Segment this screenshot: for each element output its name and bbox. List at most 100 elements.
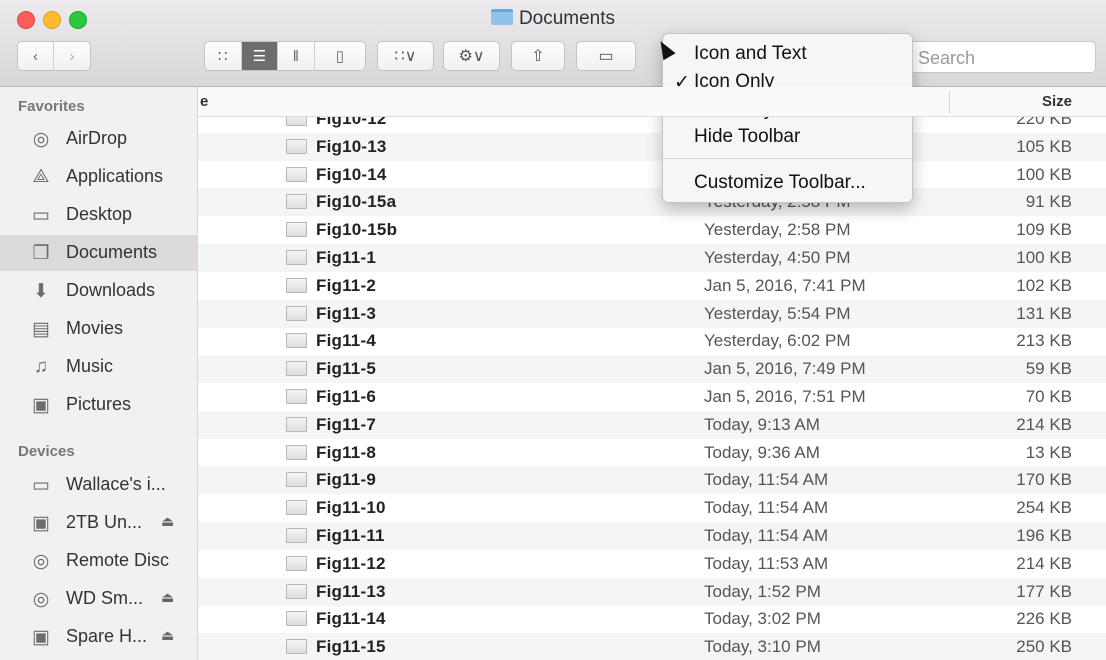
table-row[interactable]: Fig11-6 Jan 5, 2016, 7:51 PM 70 KB — [198, 383, 1106, 411]
table-row[interactable]: Fig11-5 Jan 5, 2016, 7:49 PM 59 KB — [198, 355, 1106, 384]
sidebar-item-pictures[interactable]: ▣ Pictures — [0, 387, 197, 423]
file-name: Fig11-13 — [316, 581, 386, 601]
sidebar-item-desktop[interactable]: ▭ Desktop — [0, 197, 197, 233]
column-header-size[interactable]: Size — [1042, 93, 1072, 110]
sidebar-item-label: 2TB Un... — [66, 512, 143, 532]
tag-icon: ▭ — [598, 48, 614, 65]
eject-icon[interactable]: ⏏ — [161, 627, 174, 644]
table-row[interactable]: Fig10-15b Yesterday, 2:58 PM 109 KB — [198, 216, 1106, 244]
file-thumbnail-icon — [286, 138, 307, 154]
file-size: 100 KB — [1016, 248, 1072, 267]
table-row[interactable]: Fig10-13 105 KB — [198, 132, 1106, 161]
file-thumbnail-icon — [286, 611, 307, 627]
column-header-name[interactable]: e — [200, 93, 208, 110]
file-size: 70 KB — [1025, 387, 1072, 406]
file-date-modified: Yesterday, 4:50 PM — [704, 248, 851, 267]
table-row[interactable]: Fig11-3 Yesterday, 5:54 PM 131 KB — [198, 299, 1106, 328]
sidebar-item-label: Movies — [66, 318, 124, 338]
table-row[interactable]: Fig11-1 Yesterday, 4:50 PM 100 KB — [198, 244, 1106, 272]
list-view-button[interactable]: ☰ — [241, 42, 279, 70]
sidebar-item-wd-drive[interactable]: ◎ WD Sm... ⏏ — [0, 581, 197, 617]
file-date-modified: Today, 1:52 PM — [704, 581, 821, 601]
documents-icon: ❐ — [32, 242, 50, 264]
disc-icon: ◎ — [32, 588, 50, 610]
file-date-modified: Today, 11:54 AM — [704, 526, 829, 545]
file-name: Fig11-10 — [316, 498, 386, 518]
sidebar-item-applications[interactable]: ⟁ Applications — [0, 159, 197, 195]
table-row[interactable]: Fig11-9 Today, 11:54 AM 170 KB — [198, 466, 1106, 495]
menu-item-customize-toolbar[interactable]: Customize Toolbar... — [663, 169, 912, 197]
sidebar-item-documents[interactable]: ❐ Documents — [0, 235, 197, 271]
share-button[interactable]: ⇧ — [511, 41, 565, 71]
share-icon: ⇧ — [531, 48, 545, 65]
sidebar-item-downloads[interactable]: ⬇ Downloads — [0, 273, 197, 309]
table-row[interactable]: Fig11-12 Today, 11:53 AM 214 KB — [198, 550, 1106, 578]
sidebar-item-music[interactable]: ♫ Music — [0, 349, 197, 385]
file-name: Fig11-15 — [316, 637, 386, 657]
arrange-icon: ∷∨ — [394, 48, 417, 65]
window-title: Documents — [0, 8, 1106, 30]
downloads-icon: ⬇ — [33, 280, 49, 302]
sidebar-item-computer[interactable]: ▭ Wallace's i... — [0, 467, 197, 503]
eject-icon[interactable]: ⏏ — [161, 589, 174, 606]
file-name: Fig10-13 — [316, 136, 387, 156]
file-name: Fig11-11 — [316, 526, 385, 545]
sidebar-item-remote-disc[interactable]: ◎ Remote Disc — [0, 543, 197, 579]
airdrop-icon: ◎ — [32, 128, 50, 150]
table-row[interactable]: Fig11-14 Today, 3:02 PM 226 KB — [198, 605, 1106, 633]
file-size: 13 KB — [1025, 442, 1072, 462]
file-date-modified: Today, 11:53 AM — [704, 553, 829, 573]
menu-item-label: Hide Toolbar — [694, 126, 801, 147]
icon-view-button[interactable]: ∷ — [205, 42, 242, 70]
file-date-modified: Jan 5, 2016, 7:51 PM — [704, 387, 866, 406]
menu-item-icon-and-text[interactable]: Icon and Text — [663, 40, 912, 68]
sidebar-item-label: WD Sm... — [66, 588, 143, 608]
file-size: 59 KB — [1025, 359, 1072, 379]
file-date-modified: Jan 5, 2016, 7:41 PM — [704, 275, 866, 295]
file-date-modified: Today, 11:54 AM — [704, 470, 829, 490]
sidebar-item-label: Spare H... — [66, 626, 148, 646]
finder-window: Documents ‹ › ∷ ☰ ‖ ▯ ∷∨ ⚙∨ ⇧ ▭ Search F… — [0, 0, 1106, 660]
search-field[interactable]: Search — [905, 41, 1096, 73]
eject-icon[interactable]: ⏏ — [161, 513, 174, 530]
coverflow-view-button[interactable]: ▯ — [315, 42, 365, 70]
back-button[interactable]: ‹ — [18, 42, 55, 70]
arrange-button[interactable]: ∷∨ — [377, 41, 434, 71]
file-size: 214 KB — [1016, 553, 1072, 573]
table-row[interactable]: Fig10-14 100 KB — [198, 161, 1106, 189]
table-row[interactable]: Fig11-2 Jan 5, 2016, 7:41 PM 102 KB — [198, 272, 1106, 300]
sidebar-item-spare-drive[interactable]: ▣ Spare H... ⏏ — [0, 619, 197, 655]
toolbar-context-menu: Icon and Text ✓ Icon Only Text Only Hide… — [662, 33, 913, 203]
file-thumbnail-icon — [286, 389, 307, 404]
file-thumbnail-icon — [286, 416, 307, 432]
file-date-modified: Today, 9:13 AM — [704, 414, 820, 434]
sidebar-item-label: Desktop — [66, 204, 133, 224]
search-placeholder: Search — [918, 48, 976, 68]
table-row[interactable]: Fig11-7 Today, 9:13 AM 214 KB — [198, 410, 1106, 439]
file-thumbnail-icon — [286, 444, 307, 460]
favorites-heading: Favorites — [18, 98, 85, 115]
menu-item-hide-toolbar[interactable]: Hide Toolbar — [663, 123, 912, 151]
music-icon: ♫ — [33, 356, 49, 377]
file-date-modified: Jan 5, 2016, 7:49 PM — [704, 359, 866, 379]
column-view-button[interactable]: ‖ — [278, 42, 315, 70]
sidebar-item-airdrop[interactable]: ◎ AirDrop — [0, 121, 197, 157]
table-row[interactable]: Fig10-15aYesterday, 2:58 PM91 KB — [198, 188, 1106, 217]
gear-icon: ⚙∨ — [458, 48, 485, 65]
pictures-icon: ▣ — [32, 394, 50, 416]
action-button[interactable]: ⚙∨ — [443, 41, 500, 71]
table-row[interactable]: Fig11-8 Today, 9:36 AM 13 KB — [198, 439, 1106, 467]
file-name: Fig11-9 — [316, 470, 376, 490]
computer-icon: ▭ — [32, 474, 50, 496]
sidebar-item-movies[interactable]: ▤ Movies — [0, 311, 197, 347]
tags-button[interactable]: ▭ — [576, 41, 636, 71]
sidebar-item-2tb-drive[interactable]: ▣ 2TB Un... ⏏ — [0, 505, 197, 541]
table-row[interactable]: Fig11-13 Today, 1:52 PM 177 KB — [198, 577, 1106, 606]
table-row[interactable]: Fig11-4 Yesterday, 6:02 PM 213 KB — [198, 327, 1106, 355]
table-row[interactable]: Fig11-15 Today, 3:10 PM 250 KB — [198, 633, 1106, 660]
forward-button[interactable]: › — [54, 42, 90, 70]
table-row[interactable]: Fig11-10 Today, 11:54 AM 254 KB — [198, 494, 1106, 522]
devices-heading: Devices — [18, 443, 75, 460]
table-row[interactable]: Fig11-11 Today, 11:54 AM 196 KB — [198, 522, 1106, 550]
menu-item-label: Icon and Text — [694, 43, 807, 64]
